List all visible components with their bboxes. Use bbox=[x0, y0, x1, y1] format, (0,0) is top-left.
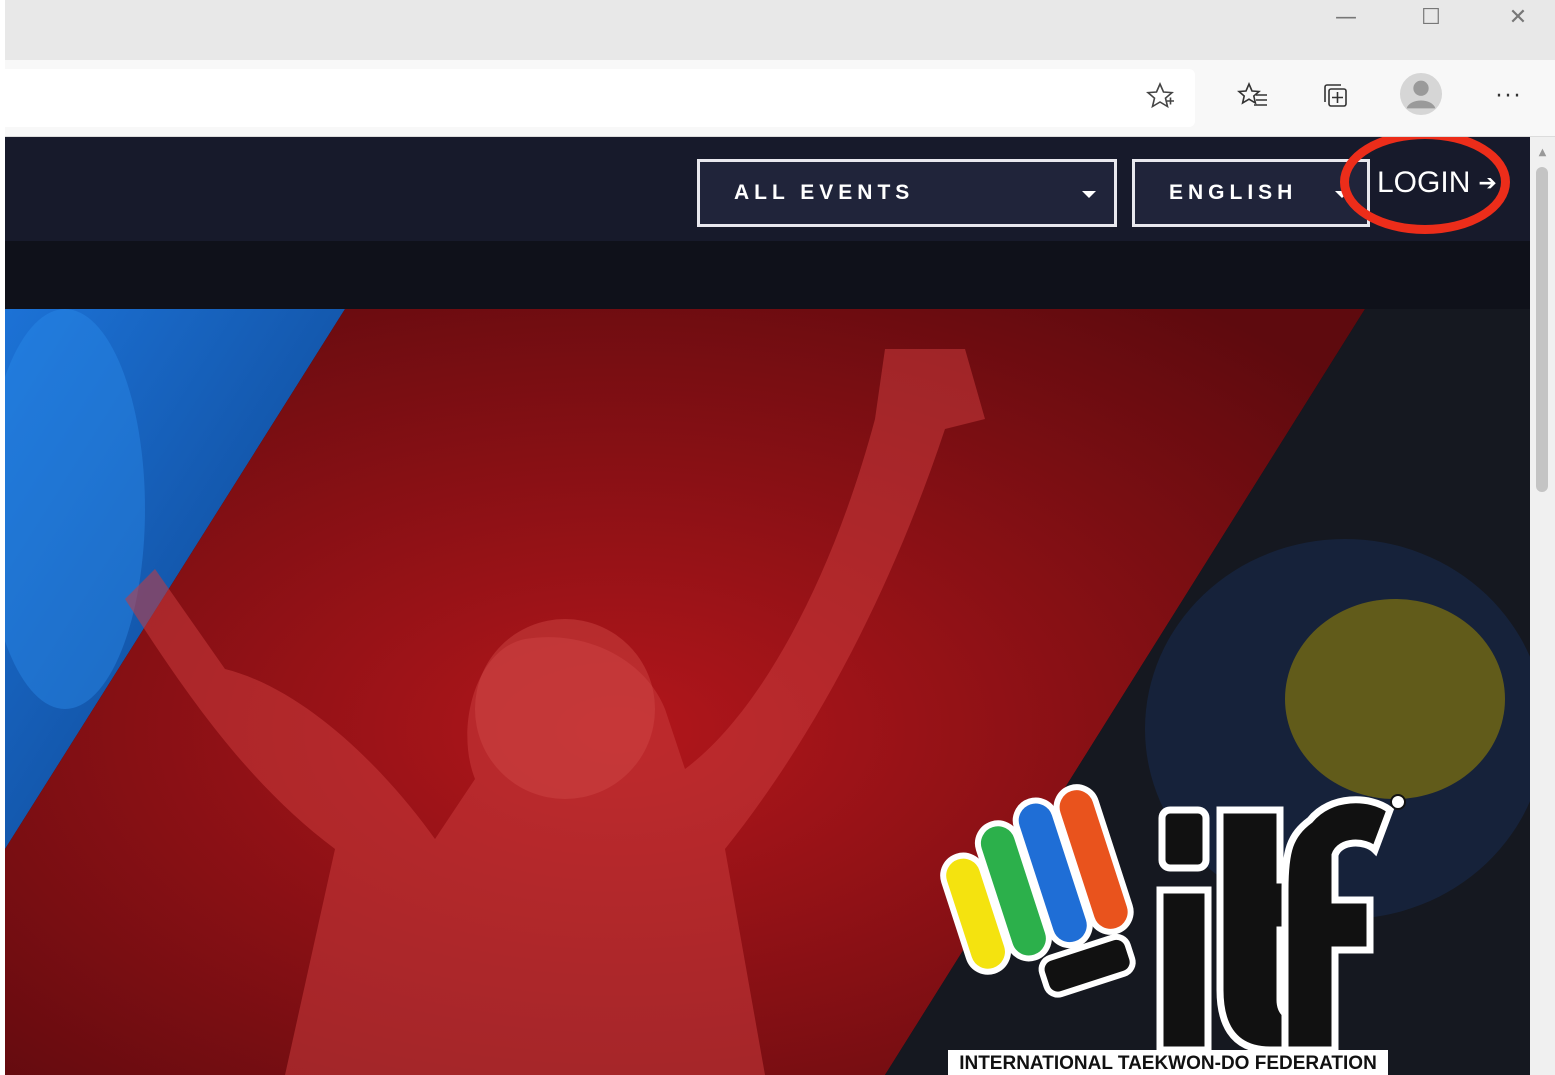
events-dropdown[interactable]: ALL EVENTS bbox=[697, 159, 1117, 227]
browser-window: — ☐ ✕ ··· ALL EVENTS ENGLISH LOGIN ➔ ▲ I… bbox=[0, 0, 1555, 1075]
language-dropdown-label: ENGLISH bbox=[1169, 181, 1298, 204]
collections-icon[interactable] bbox=[1314, 74, 1358, 118]
browser-toolbar: ··· bbox=[5, 60, 1555, 137]
scroll-thumb[interactable] bbox=[1536, 167, 1548, 492]
minimize-button[interactable]: — bbox=[1317, 0, 1375, 34]
more-options-icon[interactable]: ··· bbox=[1487, 74, 1531, 118]
scroll-up-icon[interactable]: ▲ bbox=[1530, 143, 1555, 161]
site-header: ALL EVENTS ENGLISH LOGIN ➔ bbox=[5, 137, 1530, 241]
close-button[interactable]: ✕ bbox=[1489, 0, 1547, 34]
scrollbar[interactable]: ▲ bbox=[1530, 137, 1555, 1075]
login-button[interactable]: LOGIN ➔ bbox=[1377, 159, 1497, 207]
address-bar[interactable] bbox=[5, 69, 1195, 127]
events-dropdown-label: ALL EVENTS bbox=[734, 181, 915, 204]
maximize-button[interactable]: ☐ bbox=[1402, 0, 1460, 34]
chevron-down-icon bbox=[1335, 191, 1349, 198]
profile-avatar-icon[interactable] bbox=[1399, 72, 1443, 116]
favorites-icon[interactable] bbox=[1231, 74, 1275, 118]
itf-logo-caption: INTERNATIONAL TAEKWON-DO FEDERATION bbox=[948, 1050, 1388, 1075]
language-dropdown[interactable]: ENGLISH bbox=[1132, 159, 1370, 227]
login-label: LOGIN bbox=[1377, 166, 1471, 199]
title-bar: — ☐ ✕ bbox=[5, 0, 1555, 60]
site-subheader bbox=[5, 241, 1530, 309]
itf-logo bbox=[940, 784, 1406, 1054]
login-arrow-icon: ➔ bbox=[1478, 170, 1497, 196]
star-add-icon[interactable] bbox=[1138, 74, 1182, 118]
chevron-down-icon bbox=[1082, 191, 1096, 198]
